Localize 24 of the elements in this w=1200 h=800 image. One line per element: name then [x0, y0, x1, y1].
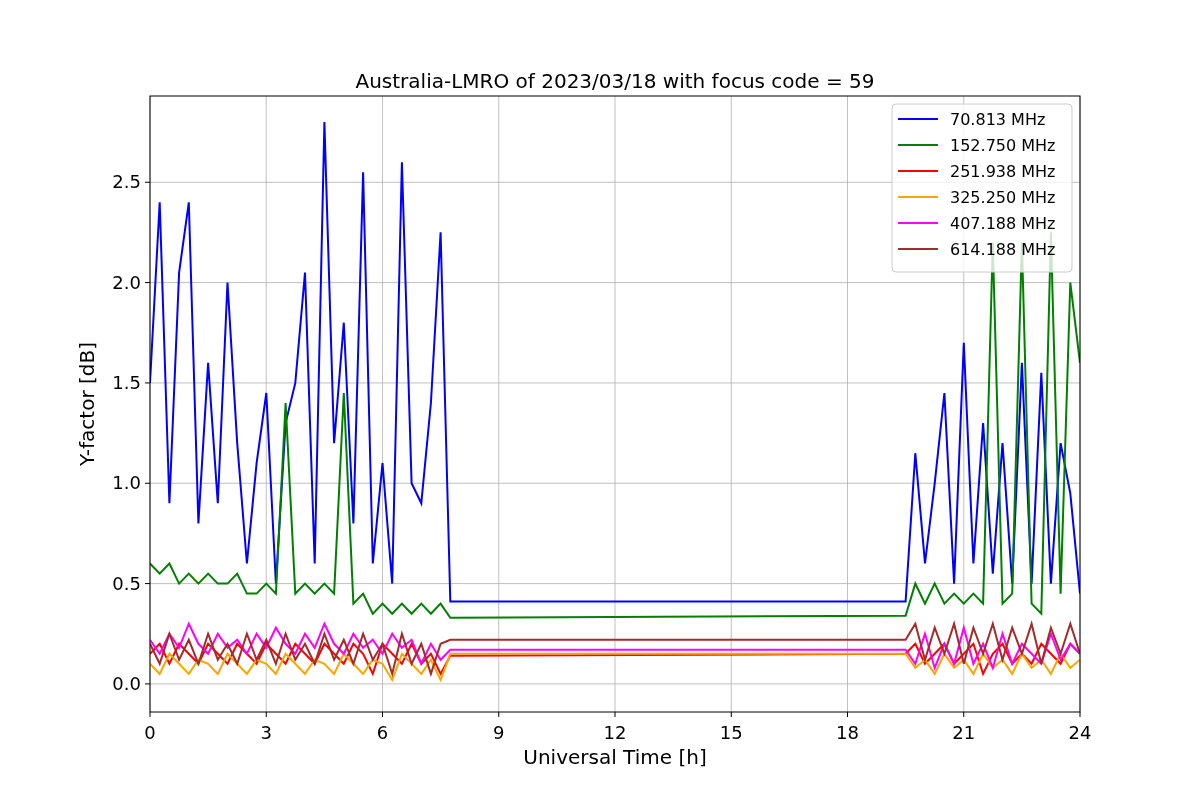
tick-label: 2.5: [112, 171, 141, 193]
tick-label: 3: [260, 722, 272, 743]
tick-label: 18: [836, 722, 859, 743]
legend-label: 407.188 MHz: [950, 214, 1056, 233]
x-axis-label: Universal Time [h]: [523, 745, 707, 769]
tick-label: 15: [719, 722, 743, 743]
legend-label: 70.813 MHz: [950, 110, 1046, 129]
tick-label: 0: [144, 722, 156, 743]
tick-label: 0.5: [112, 572, 141, 594]
tick-label: 6: [376, 722, 389, 743]
tick-label: 12: [603, 722, 627, 743]
tick-label: 0.0: [112, 672, 141, 694]
tick-label: 1.0: [112, 472, 141, 494]
legend-label: 251.938 MHz: [950, 162, 1056, 181]
chart-title: Australia-LMRO of 2023/03/18 with focus code = 59: [355, 69, 875, 93]
legend-label: 325.250 MHz: [950, 188, 1056, 207]
tick-label: 9: [493, 722, 505, 743]
tick-label: 1.5: [112, 371, 141, 393]
tick-label: 21: [952, 722, 976, 743]
legend-label: 152.750 MHz: [950, 136, 1056, 155]
y-axis-label: Y-factor [dB]: [75, 342, 99, 466]
tick-label: 24: [1068, 722, 1092, 743]
tick-label: 2.0: [112, 271, 141, 293]
legend-label: 614.188 MHz: [950, 240, 1056, 259]
